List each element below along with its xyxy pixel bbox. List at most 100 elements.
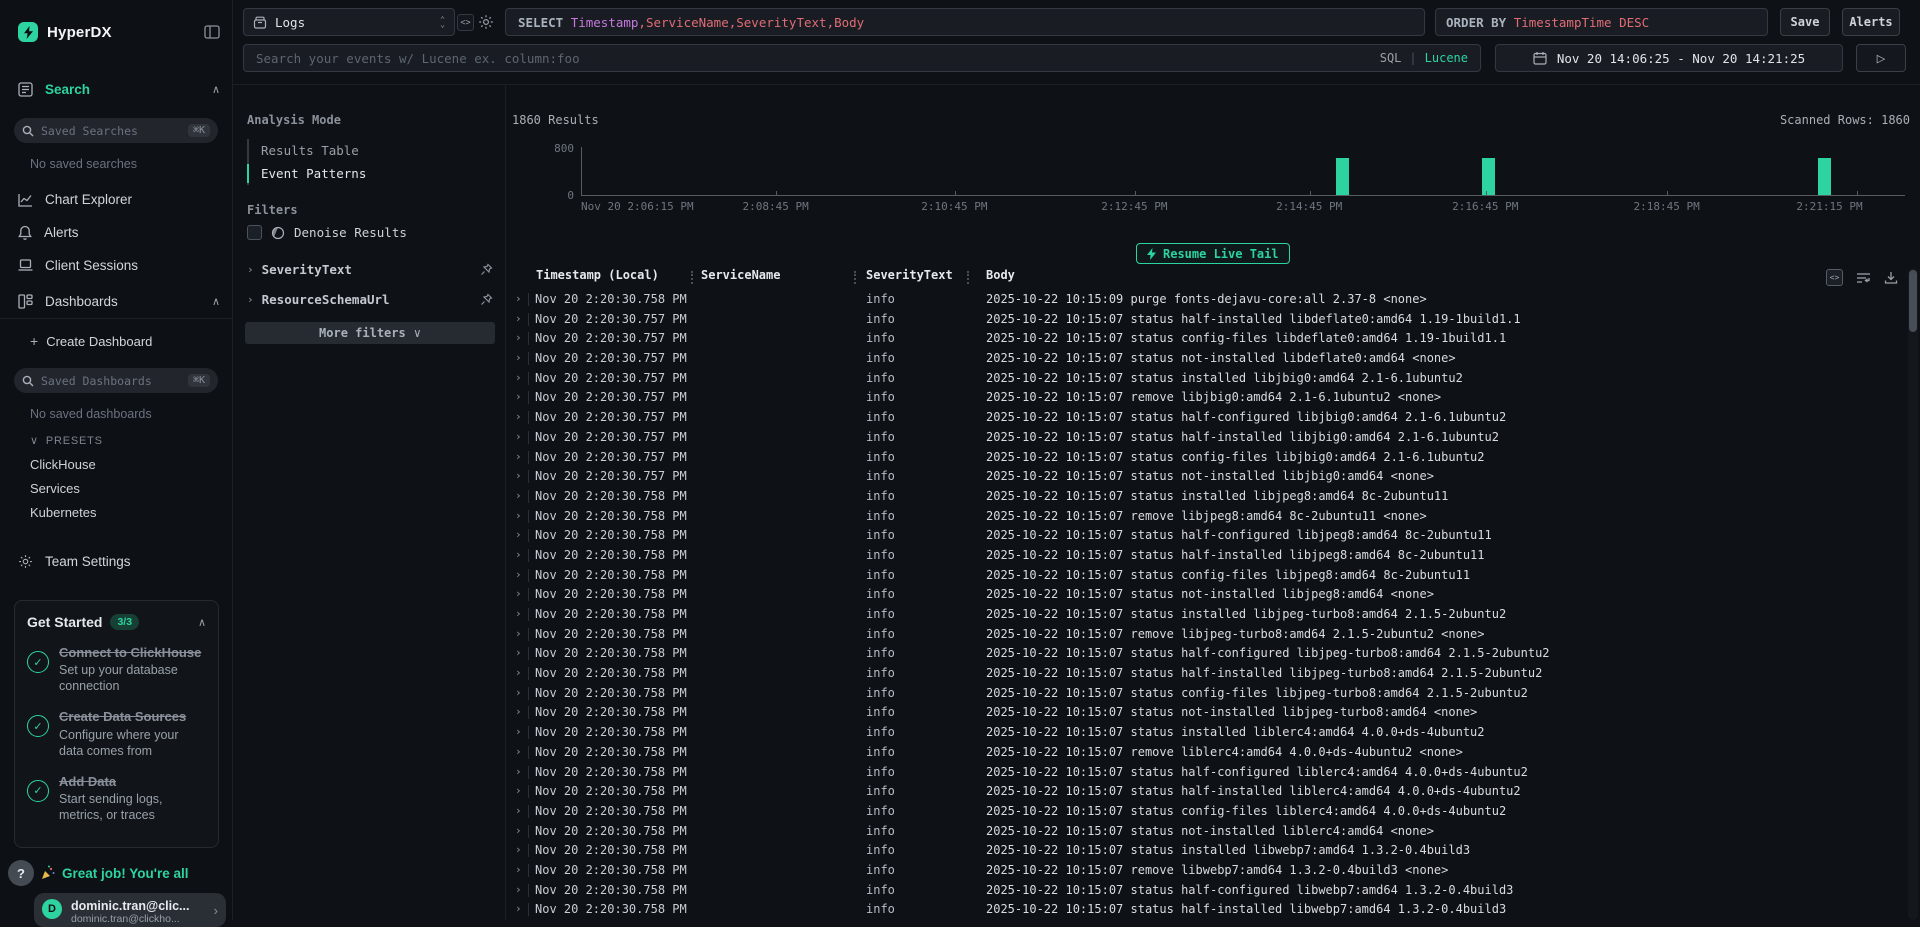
table-row[interactable]: › Nov 20 2:20:30.758 PM info 2025-10-22 …	[506, 644, 1908, 664]
resume-live-tail-button[interactable]: Resume Live Tail	[1136, 243, 1290, 264]
expand-row-icon[interactable]: ›	[515, 863, 522, 876]
sidebar-item-dashboards[interactable]: Dashboards ∧	[18, 290, 220, 312]
expand-row-icon[interactable]: ›	[515, 607, 522, 620]
table-row[interactable]: › Nov 20 2:20:30.757 PM info 2025-10-22 …	[506, 369, 1908, 389]
table-row[interactable]: › Nov 20 2:20:30.757 PM info 2025-10-22 …	[506, 310, 1908, 330]
filter-group-resourceschemaurl[interactable]: › ResourceSchemaUrl	[247, 292, 493, 307]
order-by-input[interactable]: ORDER BY TimestampTime DESC	[1435, 8, 1768, 36]
saved-dashboards-input[interactable]: ⌘K	[14, 368, 218, 393]
table-row[interactable]: › Nov 20 2:20:30.757 PM info 2025-10-22 …	[506, 388, 1908, 408]
expand-row-icon[interactable]: ›	[515, 509, 522, 522]
user-menu[interactable]: D dominic.tran@clic... dominic.tran@clic…	[34, 893, 226, 927]
expand-row-icon[interactable]: ›	[515, 705, 522, 718]
filter-group-severitytext[interactable]: › SeverityText	[247, 262, 493, 277]
sidebar-collapse-icon[interactable]	[204, 25, 220, 39]
table-row[interactable]: › Nov 20 2:20:30.758 PM info 2025-10-22 …	[506, 526, 1908, 546]
table-row[interactable]: › Nov 20 2:20:30.758 PM info 2025-10-22 …	[506, 585, 1908, 605]
table-row[interactable]: › Nov 20 2:20:30.758 PM info 2025-10-22 …	[506, 290, 1908, 310]
table-row[interactable]: › Nov 20 2:20:30.758 PM info 2025-10-22 …	[506, 743, 1908, 763]
edit-source-code-button[interactable]: <>	[457, 14, 474, 31]
table-row[interactable]: › Nov 20 2:20:30.758 PM info 2025-10-22 …	[506, 487, 1908, 507]
expand-row-icon[interactable]: ›	[515, 489, 522, 502]
expand-row-icon[interactable]: ›	[515, 804, 522, 817]
column-resize-handle[interactable]	[967, 271, 969, 284]
more-filters-button[interactable]: More filters ∨	[245, 322, 495, 344]
alerts-button[interactable]: Alerts	[1842, 8, 1900, 36]
table-scrollbar[interactable]	[1908, 268, 1918, 920]
expand-row-icon[interactable]: ›	[515, 646, 522, 659]
help-button[interactable]: ?	[8, 860, 34, 886]
table-row[interactable]: › Nov 20 2:20:30.758 PM info 2025-10-22 …	[506, 566, 1908, 586]
analysis-mode-option[interactable]: Results Table	[249, 139, 366, 162]
expand-row-icon[interactable]: ›	[515, 410, 522, 423]
table-row[interactable]: › Nov 20 2:20:30.758 PM info 2025-10-22 …	[506, 900, 1908, 920]
create-dashboard-button[interactable]: + Create Dashboard	[30, 330, 220, 352]
denoise-checkbox[interactable]	[247, 225, 262, 240]
expand-row-icon[interactable]: ›	[515, 469, 522, 482]
table-row[interactable]: › Nov 20 2:20:30.758 PM info 2025-10-22 …	[506, 703, 1908, 723]
table-row[interactable]: › Nov 20 2:20:30.757 PM info 2025-10-22 …	[506, 349, 1908, 369]
expand-row-icon[interactable]: ›	[515, 568, 522, 581]
sidebar-item-chart-explorer[interactable]: Chart Explorer	[18, 188, 220, 210]
table-row[interactable]: › Nov 20 2:20:30.757 PM info 2025-10-22 …	[506, 408, 1908, 428]
results-histogram[interactable]	[581, 147, 1905, 196]
table-row[interactable]: › Nov 20 2:20:30.758 PM info 2025-10-22 …	[506, 841, 1908, 861]
source-select[interactable]: Logs ⌃⌃	[243, 8, 455, 36]
expand-row-icon[interactable]: ›	[515, 312, 522, 325]
expand-row-icon[interactable]: ›	[515, 587, 522, 600]
table-row[interactable]: › Nov 20 2:20:30.758 PM info 2025-10-22 …	[506, 861, 1908, 881]
table-row[interactable]: › Nov 20 2:20:30.758 PM info 2025-10-22 …	[506, 625, 1908, 645]
expand-row-icon[interactable]: ›	[515, 745, 522, 758]
histogram-bar[interactable]	[1482, 158, 1495, 195]
table-row[interactable]: › Nov 20 2:20:30.758 PM info 2025-10-22 …	[506, 605, 1908, 625]
chevron-up-icon[interactable]: ∧	[212, 83, 220, 96]
expand-row-icon[interactable]: ›	[515, 666, 522, 679]
sidebar-item-alerts[interactable]: Alerts	[18, 221, 220, 243]
col-header-servicename[interactable]: ServiceName	[701, 268, 780, 282]
table-row[interactable]: › Nov 20 2:20:30.758 PM info 2025-10-22 …	[506, 802, 1908, 822]
expand-row-icon[interactable]: ›	[515, 627, 522, 640]
sidebar-item-search[interactable]: Search ∧	[18, 78, 220, 100]
table-row[interactable]: › Nov 20 2:20:30.757 PM info 2025-10-22 …	[506, 467, 1908, 487]
expand-row-icon[interactable]: ›	[515, 765, 522, 778]
preset-item-services[interactable]: Services	[30, 481, 80, 496]
mode-sql-toggle[interactable]: SQL	[1380, 51, 1402, 65]
analysis-mode-option[interactable]: Event Patterns	[249, 162, 366, 185]
col-header-body[interactable]: Body	[986, 268, 1015, 282]
get-started-item[interactable]: ✓ Add Data Start sending logs, metrics, …	[27, 774, 206, 823]
time-range-picker[interactable]: Nov 20 14:06:25 - Nov 20 14:21:25	[1495, 44, 1843, 72]
chevron-up-icon[interactable]: ∧	[198, 616, 206, 629]
expand-row-icon[interactable]: ›	[515, 528, 522, 541]
presets-section[interactable]: ∨ PRESETS	[30, 434, 103, 447]
expand-row-icon[interactable]: ›	[515, 390, 522, 403]
saved-searches-input[interactable]: ⌘K	[14, 118, 218, 143]
column-resize-handle[interactable]	[691, 271, 693, 284]
table-row[interactable]: › Nov 20 2:20:30.757 PM info 2025-10-22 …	[506, 329, 1908, 349]
sidebar-item-team-settings[interactable]: Team Settings	[18, 550, 220, 572]
column-resize-handle[interactable]	[854, 271, 856, 284]
table-row[interactable]: › Nov 20 2:20:30.758 PM info 2025-10-22 …	[506, 881, 1908, 901]
save-button[interactable]: Save	[1780, 8, 1830, 36]
get-started-item[interactable]: ✓ Connect to ClickHouse Set up your data…	[27, 645, 206, 694]
histogram-bar[interactable]	[1336, 158, 1349, 195]
expand-row-icon[interactable]: ›	[515, 843, 522, 856]
scrollbar-thumb[interactable]	[1909, 270, 1917, 332]
col-header-severitytext[interactable]: SeverityText	[866, 268, 953, 282]
expand-row-icon[interactable]: ›	[515, 548, 522, 561]
expand-row-icon[interactable]: ›	[515, 902, 522, 915]
col-header-timestamp[interactable]: Timestamp (Local)	[536, 268, 659, 282]
pin-icon[interactable]	[480, 263, 493, 276]
get-started-item[interactable]: ✓ Create Data Sources Configure where yo…	[27, 709, 206, 758]
chevron-up-icon[interactable]: ∧	[212, 295, 220, 308]
table-row[interactable]: › Nov 20 2:20:30.758 PM info 2025-10-22 …	[506, 546, 1908, 566]
expand-row-icon[interactable]: ›	[515, 331, 522, 344]
run-query-button[interactable]: ▷	[1856, 44, 1906, 72]
table-row[interactable]: › Nov 20 2:20:30.758 PM info 2025-10-22 …	[506, 763, 1908, 783]
expand-row-icon[interactable]: ›	[515, 371, 522, 384]
expand-row-icon[interactable]: ›	[515, 725, 522, 738]
sidebar-item-client-sessions[interactable]: Client Sessions	[18, 254, 220, 276]
table-row[interactable]: › Nov 20 2:20:30.758 PM info 2025-10-22 …	[506, 664, 1908, 684]
pin-icon[interactable]	[480, 293, 493, 306]
histogram-bar[interactable]	[1818, 158, 1831, 195]
expand-row-icon[interactable]: ›	[515, 824, 522, 837]
